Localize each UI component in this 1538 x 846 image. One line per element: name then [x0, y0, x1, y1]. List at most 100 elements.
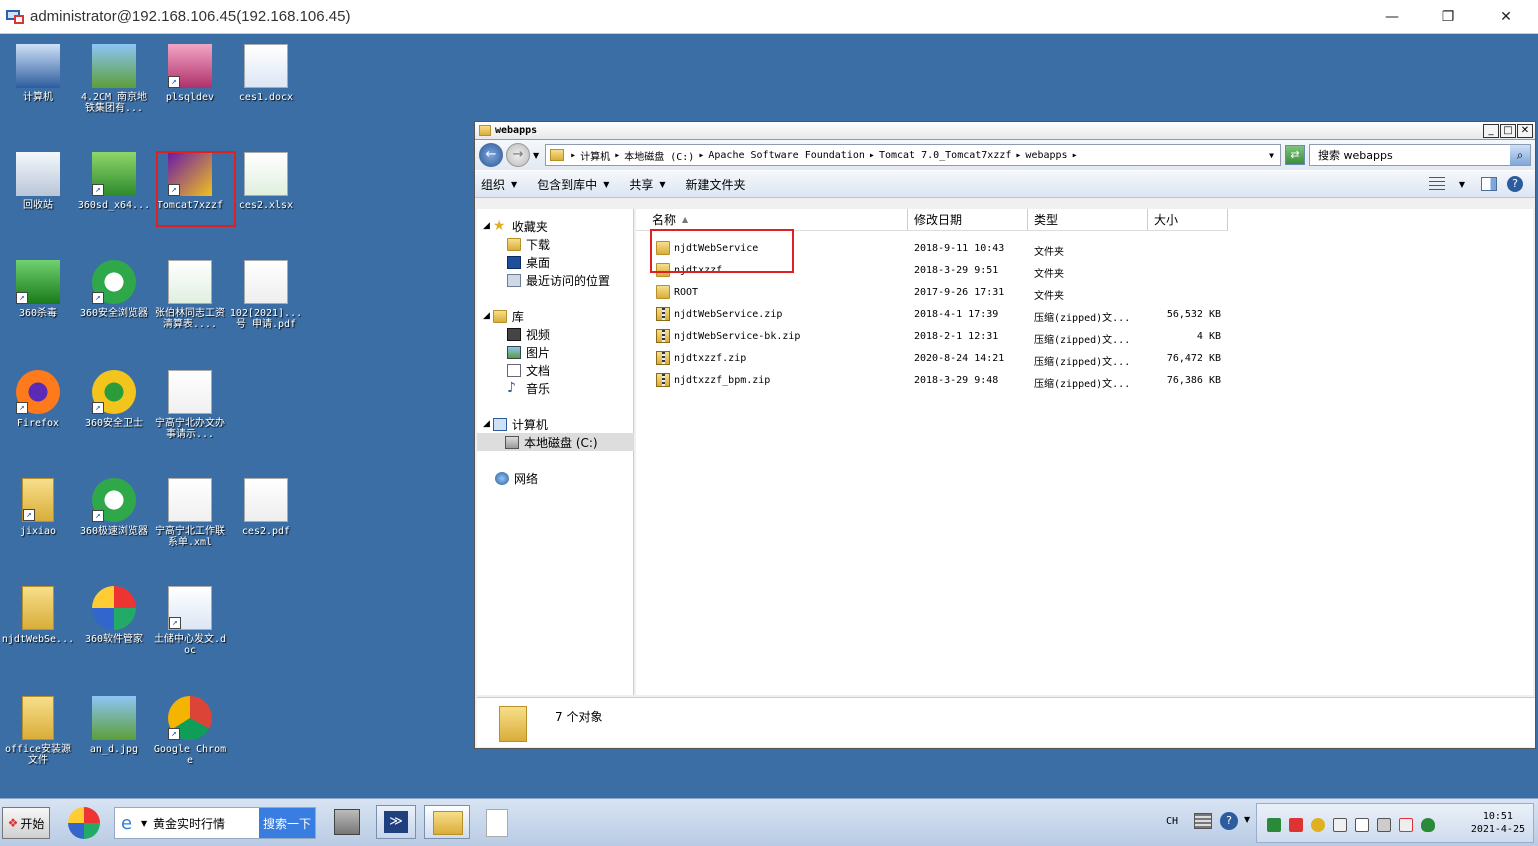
360-tray-icon[interactable] — [1311, 818, 1325, 832]
desktop-icon-2[interactable]: 4.2CM 南京地铁集团有... — [76, 44, 152, 114]
desktop-icon-13[interactable]: ↗ Firefox — [0, 370, 76, 429]
help-icon[interactable]: ? — [1220, 812, 1238, 830]
zip-file-icon — [656, 373, 670, 387]
recent-pages-dropdown[interactable]: ▼ — [533, 151, 539, 160]
nav-computer[interactable]: ◢ 计算机 — [483, 415, 548, 433]
nav-recent-places[interactable]: 最近访问的位置 — [507, 271, 610, 289]
language-bar-dropdown[interactable]: ▼ — [1244, 815, 1250, 824]
network-status-icon[interactable] — [1267, 818, 1281, 832]
breadcrumb-computer[interactable]: 计算机 — [580, 148, 610, 163]
new-folder-button[interactable]: 新建文件夹 — [686, 176, 746, 193]
desktop-icon-1[interactable]: 计算机 — [0, 44, 76, 103]
desktop-icon-23[interactable]: office安装源文件 — [0, 696, 76, 766]
desktop-icon-label: 360sd_x64... — [77, 200, 151, 211]
nav-downloads[interactable]: 下载 — [507, 235, 550, 253]
search-input[interactable]: 搜索 webapps ⌕ — [1309, 144, 1531, 166]
folder-icon — [479, 125, 491, 136]
ie-search-text[interactable]: 黄金实时行情 — [153, 815, 259, 832]
security-shield-icon[interactable] — [1421, 818, 1435, 832]
forward-button[interactable]: → — [506, 143, 530, 167]
view-options-icon[interactable] — [1428, 177, 1445, 191]
display-icon[interactable] — [1377, 818, 1391, 832]
360-icon[interactable] — [68, 807, 100, 839]
screen-icon[interactable] — [1333, 818, 1347, 832]
desktop-icon-11[interactable]: 张伯林同志工资清算表.... — [152, 260, 228, 330]
file-row[interactable]: ROOT 2017-9-26 17:31 文件夹 — [636, 282, 1236, 304]
file-row[interactable]: njdtxzzf.zip 2020-8-24 14:21 压缩(zipped)文..… — [636, 348, 1236, 370]
back-button[interactable]: ← — [479, 143, 503, 167]
desktop-icon-10[interactable]: ↗ 360安全浏览器 — [76, 260, 152, 319]
desktop-icon-22[interactable]: ↗ 土储中心发文.doc — [152, 586, 228, 656]
desktop-icon-6[interactable]: ↗ 360sd_x64... — [76, 152, 152, 211]
desktop-icon-4[interactable]: ces1.docx — [228, 44, 304, 103]
preview-pane-icon[interactable] — [1481, 177, 1497, 191]
desktop-icon-5[interactable]: 回收站 — [0, 152, 76, 211]
view-dropdown[interactable]: ▼ — [1459, 180, 1465, 189]
column-size[interactable]: 大小 — [1148, 209, 1228, 231]
file-row[interactable]: njdtxzzf_bpm.zip 2018-3-29 9:48 压缩(zipped)… — [636, 370, 1236, 392]
breadcrumb-webapps[interactable]: webapps — [1025, 150, 1067, 161]
breadcrumb-apache[interactable]: Apache Software Foundation — [708, 150, 865, 161]
nav-videos[interactable]: 视频 — [507, 325, 550, 343]
organize-menu[interactable]: 组织 ▼ — [481, 176, 517, 193]
desktop-icon-3[interactable]: ↗ plsqldev — [152, 44, 228, 103]
nav-libraries[interactable]: ◢ 库 — [483, 307, 524, 325]
clock[interactable]: 10:51 2021-4-25 — [1471, 810, 1525, 836]
restore-button[interactable]: ❐ — [1420, 0, 1476, 34]
desktop-icon-20[interactable]: njdtWebSe... — [0, 586, 76, 645]
desktop-icon-25[interactable]: ↗ Google Chrome — [152, 696, 228, 766]
nav-documents[interactable]: 文档 — [507, 361, 550, 379]
powershell-icon[interactable]: ≫ — [376, 805, 416, 839]
remote-desktop-titlebar: administrator@192.168.106.45(192.168.106… — [0, 0, 1538, 34]
document-icon[interactable] — [486, 809, 508, 837]
desktop-icon-24[interactable]: an_d.jpg — [76, 696, 152, 755]
nav-favorites[interactable]: ◢ ★ 收藏夹 — [483, 217, 548, 235]
share-menu[interactable]: 共享 ▼ — [629, 176, 665, 193]
language-indicator[interactable]: CH — [1166, 816, 1178, 827]
software-manager-icon — [92, 586, 136, 630]
desktop-icon-16[interactable]: ↗ jixiao — [0, 478, 76, 537]
search-icon[interactable]: ⌕ — [1510, 145, 1530, 165]
help-icon[interactable]: ? — [1507, 176, 1523, 192]
minimize-button[interactable]: — — [1364, 0, 1420, 34]
volume-muted-icon[interactable] — [1399, 818, 1413, 832]
nav-desktop[interactable]: 桌面 — [507, 253, 550, 271]
desktop-icon-15[interactable]: 宁高宁北办文办事请示... — [152, 370, 228, 440]
keyboard-icon[interactable] — [1194, 813, 1212, 829]
server-manager-icon[interactable] — [328, 805, 368, 839]
explorer-taskbar-icon[interactable] — [424, 805, 470, 839]
address-dropdown[interactable]: ▼ — [1269, 151, 1274, 160]
close-button[interactable]: ✕ — [1478, 0, 1534, 34]
explorer-maximize-button[interactable]: □ — [1500, 123, 1516, 138]
explorer-minimize-button[interactable]: _ — [1483, 123, 1499, 138]
desktop-icon-19[interactable]: ces2.pdf — [228, 478, 304, 537]
desktop-icon-14[interactable]: ↗ 360安全卫士 — [76, 370, 152, 429]
address-bar[interactable]: ▸ 计算机 ▸ 本地磁盘 (C:) ▸ Apache Software Founda… — [545, 144, 1281, 166]
ie-search-bar[interactable]: e ▼ 黄金实时行情 搜索一下 — [114, 807, 316, 839]
file-row[interactable]: njdtWebService-bk.zip 2018-2-1 12:31 压缩(zi… — [636, 326, 1236, 348]
search-go-button[interactable]: 搜索一下 — [259, 808, 315, 838]
column-modified[interactable]: 修改日期 — [908, 209, 1028, 231]
file-row[interactable]: njdtWebService.zip 2018-4-1 17:39 压缩(zippe… — [636, 304, 1236, 326]
desktop-icon-21[interactable]: 360软件管家 — [76, 586, 152, 645]
column-type[interactable]: 类型 — [1028, 209, 1148, 231]
include-in-library-menu[interactable]: 包含到库中 ▼ — [537, 176, 609, 193]
breadcrumb-local-disk[interactable]: 本地磁盘 (C:) — [624, 148, 694, 163]
column-name[interactable]: 名称 ▲ — [636, 209, 908, 231]
nav-local-disk[interactable]: 本地磁盘 (C:) — [477, 433, 634, 451]
refresh-icon[interactable]: ⇄ — [1285, 145, 1305, 165]
explorer-close-button[interactable]: ✕ — [1517, 123, 1533, 138]
nav-network[interactable]: 网络 — [483, 469, 538, 487]
nav-pictures[interactable]: 图片 — [507, 343, 550, 361]
breadcrumb-tomcat[interactable]: Tomcat 7.0_Tomcat7xzzf — [879, 150, 1011, 161]
recent-places-icon — [507, 273, 521, 287]
nav-music[interactable]: ♪ 音乐 — [507, 379, 550, 397]
desktop-icon-17[interactable]: ↗ 360极速浏览器 — [76, 478, 152, 537]
desktop-icon-8[interactable]: ces2.xlsx — [228, 152, 304, 211]
home-icon[interactable] — [1289, 818, 1303, 832]
flag-icon[interactable] — [1355, 818, 1369, 832]
desktop-icon-12[interactable]: 102[2021]...号 申请.pdf — [228, 260, 304, 330]
start-button[interactable]: ❖ 开始 — [2, 807, 50, 839]
desktop-icon-18[interactable]: 宁高宁北工作联系单.xml — [152, 478, 228, 548]
desktop-icon-9[interactable]: ↗ 360杀毒 — [0, 260, 76, 319]
